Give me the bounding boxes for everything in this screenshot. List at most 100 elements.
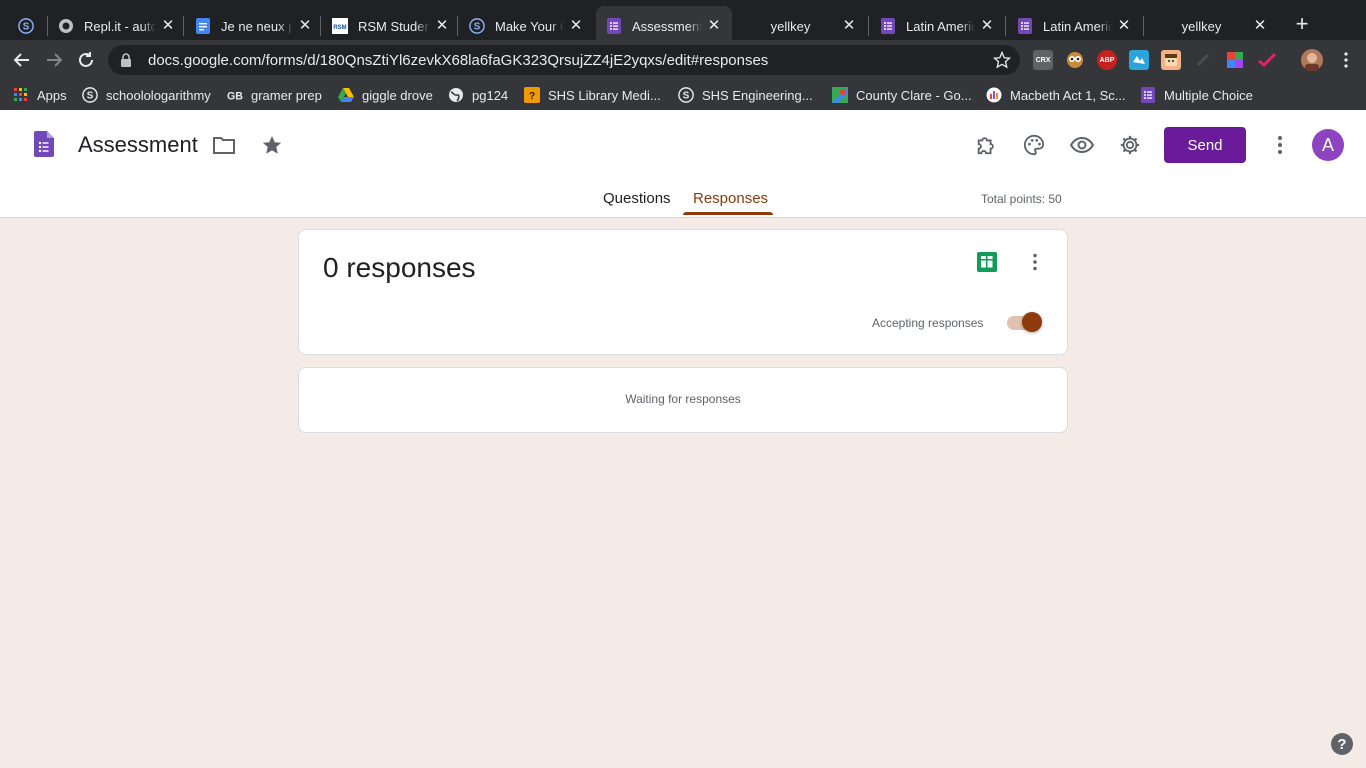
bookmark-label: giggle drove: [362, 87, 433, 103]
accepting-responses-label: Accepting responses: [872, 316, 984, 330]
quizlet-icon: [986, 87, 1002, 103]
svg-text:S: S: [23, 22, 30, 33]
face-icon[interactable]: [1161, 50, 1181, 70]
responses-more-icon[interactable]: [1025, 252, 1045, 272]
close-icon[interactable]: ✕: [979, 18, 995, 34]
star-icon[interactable]: [260, 133, 284, 157]
address-bar[interactable]: docs.google.com/forms/d/180QnsZtiYl6zevk…: [108, 45, 1020, 75]
tab-responses[interactable]: Responses: [693, 190, 768, 207]
rsm-icon: RSM: [332, 18, 348, 34]
close-icon[interactable]: ✕: [434, 18, 450, 34]
forms-icon: [1017, 18, 1033, 34]
accepting-responses-toggle[interactable]: [1005, 311, 1045, 333]
drive-icon: [338, 87, 354, 103]
tab-title: Repl.it - auto: [84, 18, 156, 34]
forms-header: Assessment Send A Questions Responses To…: [0, 110, 1366, 218]
docs-icon: [195, 18, 211, 34]
tab-separator: [320, 16, 321, 36]
forward-button[interactable]: [40, 46, 68, 74]
forms-icon: [880, 18, 896, 34]
bookmark-label: schoolologarithmy: [106, 87, 211, 103]
adblock-icon[interactable]: ABP: [1097, 50, 1117, 70]
close-icon[interactable]: ✕: [706, 18, 722, 34]
forms-icon: [606, 18, 622, 34]
responses-summary-card: 0 responses Accepting responses: [298, 229, 1068, 355]
tab-separator: [457, 16, 458, 36]
back-arrow-icon: [13, 53, 29, 67]
svg-text:S: S: [474, 22, 481, 33]
spreadsheet-icon[interactable]: [977, 252, 997, 272]
bookmark-gramer-prep[interactable]: GB gramer prep: [227, 85, 322, 105]
toggle-knob: [1022, 312, 1042, 332]
bookmark-shs-library[interactable]: ? SHS Library Medi...: [524, 85, 661, 105]
lock-icon: [120, 53, 134, 67]
owl-icon[interactable]: [1065, 50, 1085, 70]
account-avatar[interactable]: A: [1312, 129, 1344, 161]
bookmark-county-clare[interactable]: County Clare - Go...: [832, 85, 972, 105]
bookmark-apps[interactable]: Apps: [13, 85, 67, 105]
reload-icon: [79, 52, 93, 67]
bookmark-label: Multiple Choice: [1164, 87, 1253, 103]
new-tab-button[interactable]: +: [1290, 13, 1314, 37]
send-button[interactable]: Send: [1164, 127, 1246, 163]
crx-icon[interactable]: CRX: [1033, 50, 1053, 70]
preview-eye-icon[interactable]: [1070, 133, 1094, 157]
responses-count: 0 responses: [323, 252, 476, 283]
apps-grid-icon: [13, 87, 29, 103]
tab-separator: [868, 16, 869, 36]
tab-title: Je ne neux pas: [221, 18, 293, 34]
maps-icon: [832, 87, 848, 103]
profile-avatar[interactable]: [1301, 49, 1323, 71]
gb-icon: GB: [227, 87, 243, 103]
close-icon[interactable]: ✕: [568, 18, 584, 34]
close-icon[interactable]: ✕: [297, 18, 313, 34]
check-icon[interactable]: [1257, 50, 1277, 70]
bookmark-star-icon[interactable]: [992, 50, 1012, 74]
close-icon[interactable]: ✕: [841, 18, 857, 34]
tab-title: Latin Americ: [906, 18, 975, 34]
tab-title: RSM Student: [358, 18, 430, 34]
form-title[interactable]: Assessment: [78, 132, 198, 158]
bookmark-giggle-drove[interactable]: giggle drove: [338, 85, 433, 105]
ext-icon[interactable]: [1129, 50, 1149, 70]
total-points: Total points: 50: [981, 192, 1062, 206]
more-options-icon[interactable]: [1268, 133, 1292, 157]
bookmarks-bar: Apps S schoolologarithmy GB gramer prep …: [0, 80, 1366, 110]
ext-icon[interactable]: [1193, 50, 1213, 70]
tab-separator: [1143, 16, 1144, 36]
bookmark-label: Macbeth Act 1, Sc...: [1010, 87, 1126, 103]
tab-separator: [1005, 16, 1006, 36]
tab-title: Make Your O: [495, 18, 564, 34]
bookmark-pg124[interactable]: pg124: [448, 85, 508, 105]
settings-gear-icon[interactable]: [1118, 133, 1142, 157]
schoology-icon: S: [678, 87, 694, 103]
back-button[interactable]: [8, 46, 36, 74]
tab-questions[interactable]: Questions: [603, 190, 671, 207]
tab-title: yellkey: [1181, 18, 1222, 34]
close-icon[interactable]: ✕: [160, 18, 176, 34]
bookmark-label: Apps: [37, 87, 67, 103]
addon-puzzle-icon[interactable]: [974, 133, 998, 157]
folder-icon[interactable]: [212, 133, 236, 157]
bookmark-shs-engineering[interactable]: S SHS Engineering...: [678, 85, 813, 105]
forms-logo-icon[interactable]: [32, 131, 56, 157]
svg-text:GB: GB: [227, 90, 243, 102]
reload-button[interactable]: [72, 46, 100, 74]
bookmark-macbeth[interactable]: Macbeth Act 1, Sc...: [986, 85, 1126, 105]
color-icon[interactable]: [1225, 50, 1245, 70]
svg-text:S: S: [87, 91, 94, 102]
bookmark-label: County Clare - Go...: [856, 87, 972, 103]
close-icon[interactable]: ✕: [1252, 18, 1268, 34]
bookmark-schoolologarithmy[interactable]: S schoolologarithmy: [82, 85, 211, 105]
schoology-icon: S: [82, 87, 98, 103]
chrome-menu-icon[interactable]: [1336, 50, 1356, 70]
active-tab-indicator: [683, 212, 773, 215]
bookmark-multiple-choice[interactable]: Multiple Choice: [1140, 85, 1253, 105]
palette-icon[interactable]: [1022, 133, 1046, 157]
close-icon[interactable]: ✕: [1116, 18, 1132, 34]
svg-text:?: ?: [529, 91, 535, 102]
globe-icon: [448, 87, 464, 103]
bookmark-label: gramer prep: [251, 87, 322, 103]
help-button[interactable]: ?: [1331, 733, 1353, 755]
schoology-icon: S: [18, 18, 34, 34]
